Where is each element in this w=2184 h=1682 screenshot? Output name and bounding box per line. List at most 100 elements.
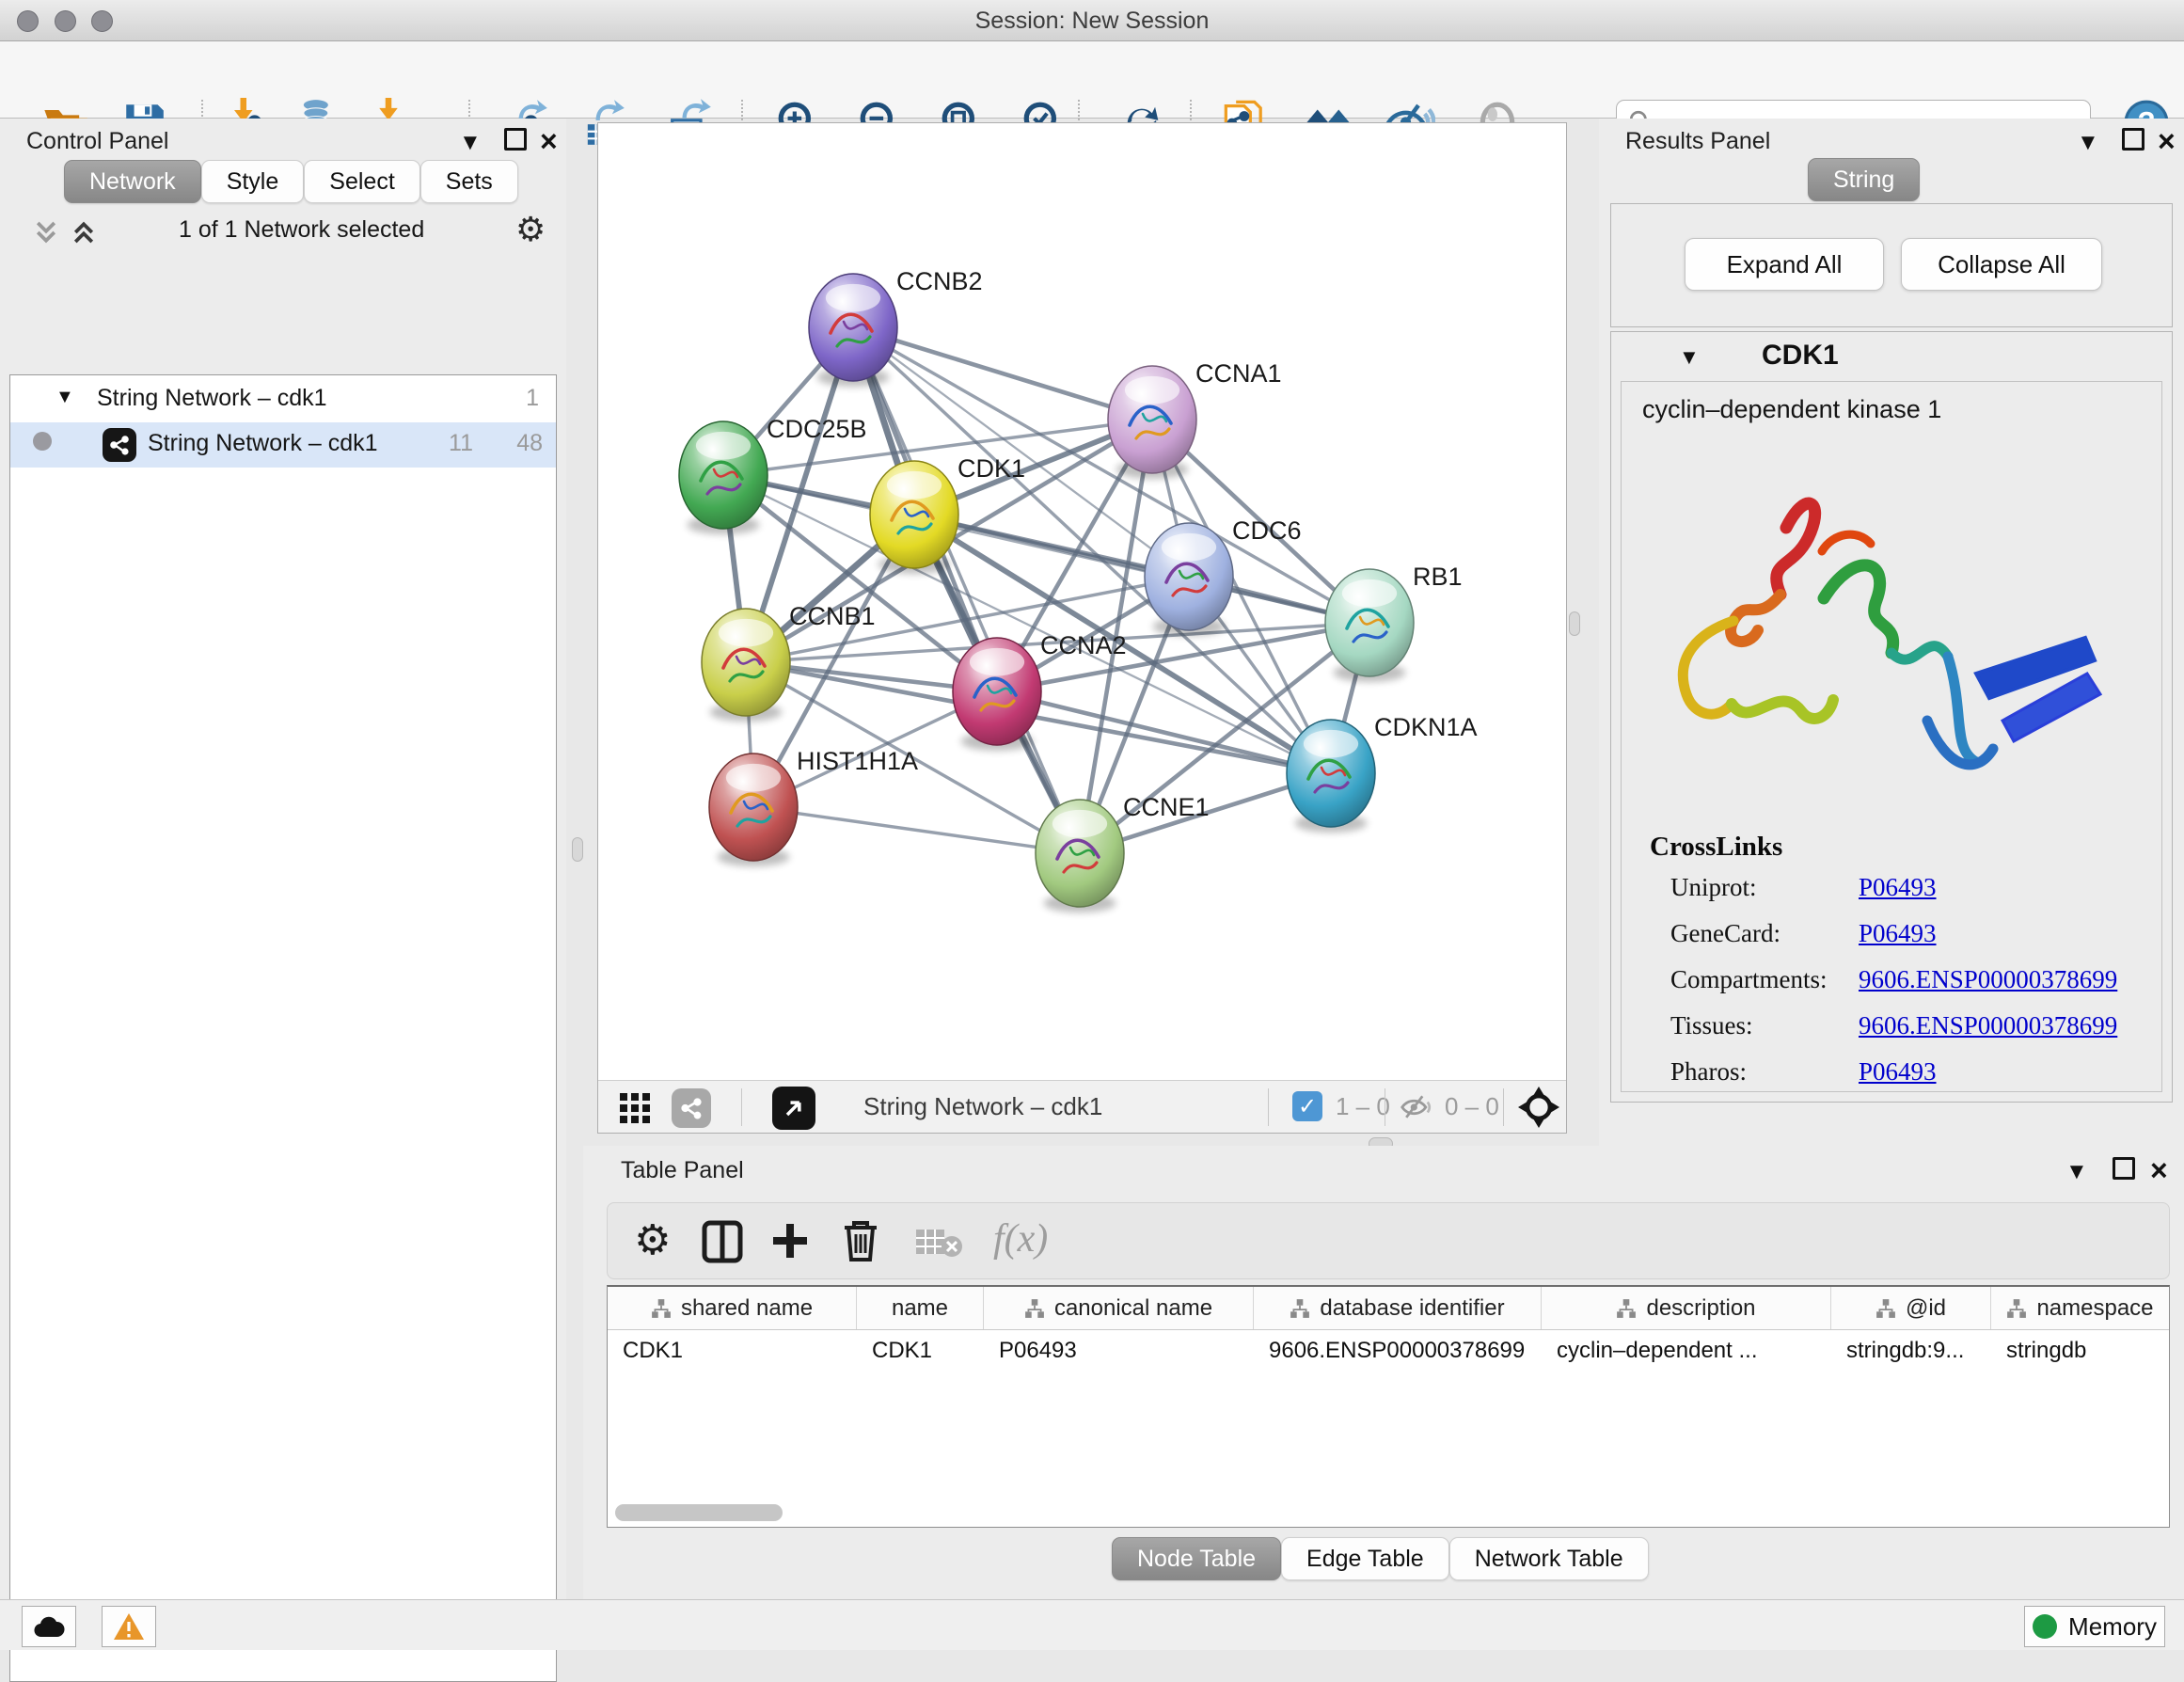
network-node-RB1[interactable]: RB1: [1325, 563, 1463, 682]
tab-select[interactable]: Select: [304, 160, 419, 203]
results-actions-box: Expand All Collapse All: [1610, 203, 2173, 327]
delete-column-icon[interactable]: [841, 1218, 880, 1263]
tab-sets[interactable]: Sets: [420, 160, 518, 203]
expand-all-button[interactable]: Expand All: [1685, 238, 1884, 291]
right-splitter-handle[interactable]: [1569, 611, 1580, 636]
control-panel-menu-icon[interactable]: ▼: [459, 130, 482, 156]
horizontal-scrollbar[interactable]: [615, 1504, 783, 1521]
table-toolbar: ⚙ f(x): [607, 1202, 2170, 1279]
tab-edge-table[interactable]: Edge Table: [1281, 1537, 1449, 1580]
tab-node-table[interactable]: Node Table: [1112, 1537, 1281, 1580]
warning-button[interactable]: [102, 1606, 156, 1647]
protein-expander-icon[interactable]: ▼: [1679, 345, 1700, 370]
network-node-CDK1[interactable]: CDK1: [870, 454, 1025, 574]
network-node-CDKN1A[interactable]: CDKN1A: [1287, 713, 1478, 833]
node-label: CCNA1: [1195, 359, 1282, 388]
control-panel-close-icon[interactable]: ×: [540, 130, 558, 152]
birdseye-view-icon[interactable]: [772, 1087, 815, 1130]
protein-details-box: cyclin–dependent kinase 1 CrossLinks: [1621, 381, 2162, 1092]
network-node-HIST1H1A[interactable]: HIST1H1A: [709, 747, 918, 866]
table-cell: cyclin–dependent ...: [1542, 1330, 1831, 1373]
table-panel-close-icon[interactable]: ×: [2150, 1159, 2168, 1182]
hierarchy-icon: [1875, 1298, 1896, 1319]
network-node-CCNB1[interactable]: CCNB1: [702, 602, 876, 722]
column-header-shared-name[interactable]: shared name: [608, 1287, 857, 1329]
tab-network[interactable]: Network: [64, 160, 201, 203]
column-header--id[interactable]: @id: [1831, 1287, 1991, 1329]
column-header-namespace[interactable]: namespace: [1991, 1287, 2170, 1329]
network-node-CDC6[interactable]: CDC6: [1145, 516, 1302, 636]
crosslink-link[interactable]: P06493: [1859, 873, 1937, 902]
add-column-icon[interactable]: [769, 1220, 811, 1262]
memory-label: Memory: [2068, 1612, 2157, 1642]
tree-expander-icon[interactable]: ▼: [55, 387, 74, 408]
function-builder-icon[interactable]: f(x): [993, 1216, 1048, 1262]
results-panel-close-icon[interactable]: ×: [2158, 130, 2176, 152]
protein-section: ▼ CDK1 cyclin–dependent kinase 1: [1610, 331, 2173, 1103]
network-selection-summary: 1 of 1 Network selected: [179, 216, 424, 244]
network-edge[interactable]: [853, 327, 1152, 420]
collapse-all-button[interactable]: Collapse All: [1901, 238, 2102, 291]
tab-network-table[interactable]: Network Table: [1449, 1537, 1649, 1580]
table-gear-icon[interactable]: ⚙: [634, 1216, 671, 1264]
cloud-button[interactable]: [22, 1606, 76, 1647]
table-panel-title: Table Panel: [621, 1157, 744, 1184]
table-header-row: shared namenamecanonical namedatabase id…: [608, 1287, 2169, 1330]
crosslink-label: GeneCard:: [1670, 919, 1859, 948]
selected-checkbox-icon[interactable]: ✓: [1292, 1091, 1322, 1121]
column-header-name[interactable]: name: [857, 1287, 984, 1329]
network-canvas[interactable]: CCNB2CCNA1CDC25BCDK1CDC6RB1CCNB1CCNA2CDK…: [598, 123, 1566, 1081]
control-panel: Control Panel ▼ × NetworkStyleSelectSets…: [0, 119, 566, 1599]
results-panel-float-icon[interactable]: [2122, 128, 2144, 157]
share-view-icon[interactable]: [672, 1088, 711, 1128]
network-row-selected[interactable]: String Network – cdk1 11 48: [10, 422, 556, 468]
node-label: CDK1: [957, 454, 1025, 483]
crosshair-icon[interactable]: [1518, 1087, 1559, 1128]
results-panel-menu-icon[interactable]: ▼: [2077, 130, 2099, 156]
warning-icon: [113, 1612, 145, 1641]
network-node-count: 11: [449, 430, 473, 457]
network-options-gear-icon[interactable]: ⚙: [515, 211, 546, 249]
crosslink-label: Compartments:: [1670, 965, 1859, 994]
hidden-eye-icon[interactable]: [1400, 1092, 1433, 1122]
hierarchy-icon: [1024, 1298, 1045, 1319]
network-node-CCNE1[interactable]: CCNE1: [1036, 793, 1210, 912]
column-header-canonical-name[interactable]: canonical name: [984, 1287, 1254, 1329]
selected-counts: 1 – 0: [1336, 1092, 1390, 1121]
column-header-description[interactable]: description: [1542, 1287, 1831, 1329]
collection-count: 1: [526, 385, 539, 412]
grid-view-icon[interactable]: [619, 1092, 651, 1124]
tab-style[interactable]: Style: [201, 160, 305, 203]
collection-label: String Network – cdk1: [97, 385, 327, 412]
cloud-icon: [33, 1614, 65, 1639]
crosslink-link[interactable]: P06493: [1859, 1057, 1937, 1087]
table-panel-float-icon[interactable]: [2113, 1157, 2135, 1186]
node-label: CCNB2: [896, 267, 983, 295]
network-edge[interactable]: [753, 807, 1080, 853]
split-columns-icon[interactable]: [702, 1220, 743, 1263]
table-panel-menu-icon[interactable]: ▼: [2065, 1159, 2088, 1185]
memory-button[interactable]: Memory: [2024, 1606, 2165, 1647]
node-table: shared namenamecanonical namedatabase id…: [607, 1285, 2170, 1528]
crosslink-link[interactable]: 9606.ENSP00000378699: [1859, 965, 2117, 994]
expand-all-icon[interactable]: [70, 218, 98, 246]
network-status-dot: [33, 432, 52, 451]
network-label: String Network – cdk1: [148, 430, 378, 457]
results-panel-title: Results Panel: [1625, 128, 1770, 155]
node-label: CDKN1A: [1374, 713, 1478, 741]
network-collection-row[interactable]: ▼ String Network – cdk1 1: [10, 379, 556, 422]
hidden-counts: 0 – 0: [1445, 1092, 1499, 1121]
control-panel-float-icon[interactable]: [504, 128, 527, 157]
crosslink-link[interactable]: P06493: [1859, 919, 1937, 948]
delete-table-icon[interactable]: [914, 1226, 963, 1260]
collapse-all-icon[interactable]: [32, 218, 60, 246]
crosslink-label: Tissues:: [1670, 1011, 1859, 1040]
crosslink-row: GeneCard:P06493: [1670, 919, 2141, 948]
crosslink-link[interactable]: 9606.ENSP00000378699: [1859, 1011, 2117, 1040]
node-label: HIST1H1A: [797, 747, 918, 775]
table-row[interactable]: CDK1CDK1P064939606.ENSP00000378699cyclin…: [608, 1330, 2169, 1373]
column-header-database-identifier[interactable]: database identifier: [1254, 1287, 1542, 1329]
tab-string[interactable]: String: [1808, 158, 1920, 201]
node-label: CDC6: [1232, 516, 1302, 545]
left-splitter-handle[interactable]: [572, 837, 583, 862]
